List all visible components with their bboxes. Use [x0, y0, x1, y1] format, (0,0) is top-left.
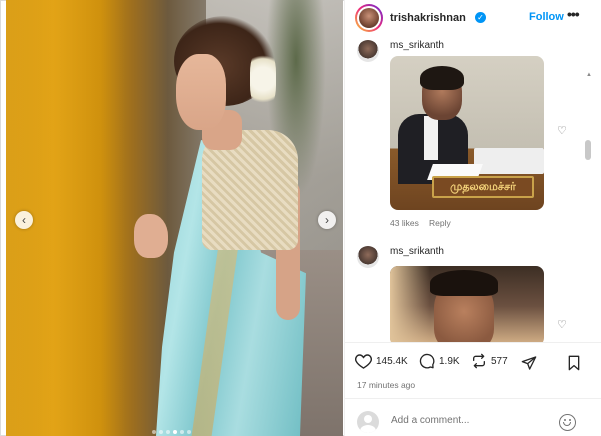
carousel-dot[interactable]	[159, 430, 163, 434]
chevron-right-icon: ›	[325, 213, 329, 227]
comments-scrollbar[interactable]	[585, 140, 591, 160]
repost-button[interactable]: 577	[471, 353, 508, 369]
share-button[interactable]	[521, 355, 537, 371]
chevron-left-icon: ‹	[22, 213, 26, 227]
post-header: trishakrishnan ✓ Follow •••	[345, 0, 601, 36]
current-user-avatar	[357, 411, 379, 433]
repost-icon	[473, 353, 485, 369]
scroll-up-icon[interactable]: ▲	[586, 72, 592, 78]
carousel-dot[interactable]	[180, 430, 184, 434]
post-side-panel: trishakrishnan ✓ Follow ••• ms_srikanth …	[344, 0, 601, 436]
comment-image[interactable]: முதலமைச்சர்	[390, 56, 544, 210]
add-comment-input[interactable]	[391, 415, 551, 426]
username-link[interactable]: trishakrishnan	[390, 12, 466, 24]
carousel-dot[interactable]	[152, 430, 156, 434]
comments-list[interactable]: ms_srikanth முதலமைச்சர் ♡ 43 likes Reply…	[345, 36, 601, 342]
like-button[interactable]: 145.4K	[355, 353, 408, 369]
carousel-dot[interactable]	[166, 430, 170, 434]
emoji-icon[interactable]	[559, 414, 576, 431]
comment-image[interactable]	[390, 266, 544, 342]
avatar[interactable]	[355, 4, 383, 32]
heart-icon	[355, 354, 372, 369]
carousel-dot[interactable]	[187, 430, 191, 434]
post-photo[interactable]	[6, 0, 343, 436]
carousel-prev-button[interactable]: ‹	[15, 211, 33, 229]
comment-avatar[interactable]	[357, 246, 379, 268]
carousel-dots	[152, 430, 191, 434]
carousel-next-button[interactable]: ›	[318, 211, 336, 229]
comment-reply-button[interactable]: Reply	[429, 218, 451, 228]
more-options-icon[interactable]: •••	[567, 6, 580, 22]
comment-like-icon[interactable]: ♡	[557, 124, 567, 137]
bookmark-icon	[568, 355, 580, 371]
verified-badge-icon: ✓	[475, 12, 486, 23]
likes-count: 145.4K	[376, 355, 408, 367]
post-actions: 145.4K 1.9K 577 17 minutes ago	[345, 342, 601, 398]
save-button[interactable]	[567, 355, 581, 371]
photo-face	[176, 54, 226, 130]
comment-username[interactable]: ms_srikanth	[390, 40, 444, 51]
comments-count: 1.9K	[439, 355, 460, 367]
comment-like-icon[interactable]: ♡	[557, 318, 567, 331]
carousel-dot[interactable]	[173, 430, 177, 434]
add-comment-bar	[345, 398, 601, 436]
follow-button[interactable]: Follow	[529, 11, 564, 23]
image-name-plaque: முதலமைச்சர்	[432, 176, 534, 198]
comment-avatar[interactable]	[357, 40, 379, 62]
comment-button[interactable]: 1.9K	[419, 353, 460, 369]
comment-username[interactable]: ms_srikanth	[390, 246, 444, 257]
comment-icon	[419, 353, 435, 369]
reposts-count: 577	[491, 355, 508, 367]
comment-likes-count[interactable]: 43 likes	[390, 218, 419, 228]
send-icon	[521, 356, 537, 370]
post-timestamp[interactable]: 17 minutes ago	[357, 380, 415, 390]
